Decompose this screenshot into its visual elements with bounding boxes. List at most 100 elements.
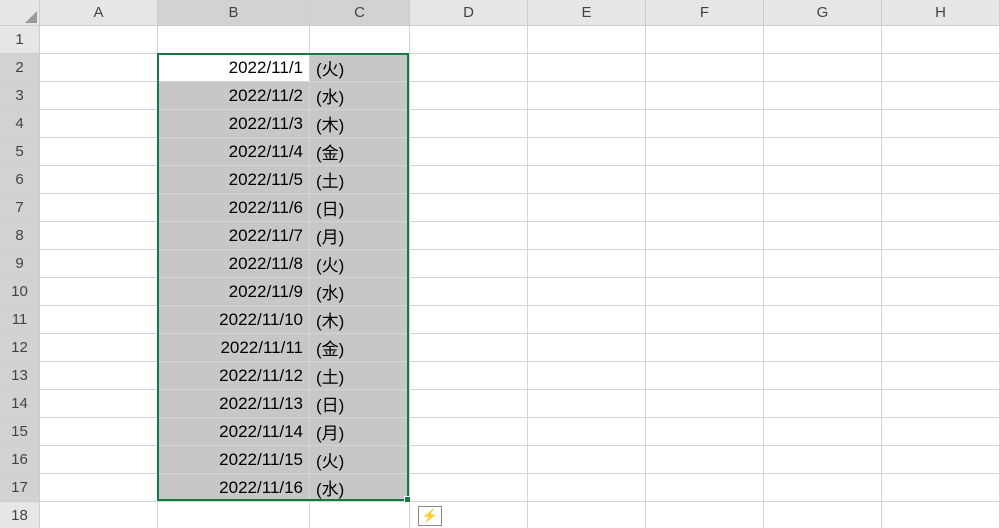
row-header-6[interactable]: 6 bbox=[0, 166, 40, 194]
cell-H1[interactable] bbox=[882, 26, 1000, 54]
row-header-10[interactable]: 10 bbox=[0, 278, 40, 306]
cell-C17[interactable]: (水) bbox=[310, 474, 410, 502]
cell-H18[interactable] bbox=[882, 502, 1000, 528]
cell-C2[interactable]: (火) bbox=[310, 54, 410, 82]
cell-C13[interactable]: (土) bbox=[310, 362, 410, 390]
cell-H8[interactable] bbox=[882, 222, 1000, 250]
cell-F7[interactable] bbox=[646, 194, 764, 222]
cell-F10[interactable] bbox=[646, 278, 764, 306]
cell-D2[interactable] bbox=[410, 54, 528, 82]
cell-A17[interactable] bbox=[40, 474, 158, 502]
cell-F2[interactable] bbox=[646, 54, 764, 82]
cell-E17[interactable] bbox=[528, 474, 646, 502]
cell-H17[interactable] bbox=[882, 474, 1000, 502]
cell-C4[interactable]: (木) bbox=[310, 110, 410, 138]
autofill-options-button[interactable]: ⚡ bbox=[418, 506, 442, 526]
cell-F1[interactable] bbox=[646, 26, 764, 54]
cell-C11[interactable]: (木) bbox=[310, 306, 410, 334]
cell-F14[interactable] bbox=[646, 390, 764, 418]
row-header-11[interactable]: 11 bbox=[0, 306, 40, 334]
cell-G6[interactable] bbox=[764, 166, 882, 194]
cell-E1[interactable] bbox=[528, 26, 646, 54]
cell-A10[interactable] bbox=[40, 278, 158, 306]
cell-B16[interactable]: 2022/11/15 bbox=[158, 446, 310, 474]
cell-E2[interactable] bbox=[528, 54, 646, 82]
cell-A14[interactable] bbox=[40, 390, 158, 418]
cell-H14[interactable] bbox=[882, 390, 1000, 418]
cell-E18[interactable] bbox=[528, 502, 646, 528]
cell-A8[interactable] bbox=[40, 222, 158, 250]
cell-B8[interactable]: 2022/11/7 bbox=[158, 222, 310, 250]
cell-F11[interactable] bbox=[646, 306, 764, 334]
cell-B2[interactable]: 2022/11/1 bbox=[158, 54, 310, 82]
cell-G14[interactable] bbox=[764, 390, 882, 418]
cell-E14[interactable] bbox=[528, 390, 646, 418]
cell-H12[interactable] bbox=[882, 334, 1000, 362]
cell-B18[interactable] bbox=[158, 502, 310, 528]
cell-D13[interactable] bbox=[410, 362, 528, 390]
cell-G12[interactable] bbox=[764, 334, 882, 362]
cell-D5[interactable] bbox=[410, 138, 528, 166]
cell-E16[interactable] bbox=[528, 446, 646, 474]
cell-A2[interactable] bbox=[40, 54, 158, 82]
column-header-F[interactable]: F bbox=[646, 0, 764, 26]
cell-G1[interactable] bbox=[764, 26, 882, 54]
row-header-17[interactable]: 17 bbox=[0, 474, 40, 502]
row-header-7[interactable]: 7 bbox=[0, 194, 40, 222]
cell-A1[interactable] bbox=[40, 26, 158, 54]
cell-C6[interactable]: (土) bbox=[310, 166, 410, 194]
cell-D11[interactable] bbox=[410, 306, 528, 334]
cell-C18[interactable] bbox=[310, 502, 410, 528]
cell-E12[interactable] bbox=[528, 334, 646, 362]
cell-G7[interactable] bbox=[764, 194, 882, 222]
cell-H4[interactable] bbox=[882, 110, 1000, 138]
row-header-5[interactable]: 5 bbox=[0, 138, 40, 166]
cell-D3[interactable] bbox=[410, 82, 528, 110]
cell-A16[interactable] bbox=[40, 446, 158, 474]
cell-D14[interactable] bbox=[410, 390, 528, 418]
row-header-14[interactable]: 14 bbox=[0, 390, 40, 418]
cell-D8[interactable] bbox=[410, 222, 528, 250]
cell-A15[interactable] bbox=[40, 418, 158, 446]
cell-G18[interactable] bbox=[764, 502, 882, 528]
row-header-18[interactable]: 18 bbox=[0, 502, 40, 528]
row-header-3[interactable]: 3 bbox=[0, 82, 40, 110]
cell-A9[interactable] bbox=[40, 250, 158, 278]
cell-H2[interactable] bbox=[882, 54, 1000, 82]
cell-D17[interactable] bbox=[410, 474, 528, 502]
cell-G5[interactable] bbox=[764, 138, 882, 166]
cell-H15[interactable] bbox=[882, 418, 1000, 446]
row-header-8[interactable]: 8 bbox=[0, 222, 40, 250]
cell-E6[interactable] bbox=[528, 166, 646, 194]
cell-B14[interactable]: 2022/11/13 bbox=[158, 390, 310, 418]
cell-B12[interactable]: 2022/11/11 bbox=[158, 334, 310, 362]
row-header-16[interactable]: 16 bbox=[0, 446, 40, 474]
cell-G2[interactable] bbox=[764, 54, 882, 82]
cell-C15[interactable]: (月) bbox=[310, 418, 410, 446]
cell-B6[interactable]: 2022/11/5 bbox=[158, 166, 310, 194]
cell-C8[interactable]: (月) bbox=[310, 222, 410, 250]
row-header-1[interactable]: 1 bbox=[0, 26, 40, 54]
row-header-13[interactable]: 13 bbox=[0, 362, 40, 390]
cell-A4[interactable] bbox=[40, 110, 158, 138]
column-header-B[interactable]: B bbox=[158, 0, 310, 26]
cell-A18[interactable] bbox=[40, 502, 158, 528]
cell-G11[interactable] bbox=[764, 306, 882, 334]
cell-C5[interactable]: (金) bbox=[310, 138, 410, 166]
cell-B17[interactable]: 2022/11/16 bbox=[158, 474, 310, 502]
cell-A6[interactable] bbox=[40, 166, 158, 194]
cell-D15[interactable] bbox=[410, 418, 528, 446]
cell-F4[interactable] bbox=[646, 110, 764, 138]
cell-B5[interactable]: 2022/11/4 bbox=[158, 138, 310, 166]
cell-H13[interactable] bbox=[882, 362, 1000, 390]
cell-E3[interactable] bbox=[528, 82, 646, 110]
cell-G15[interactable] bbox=[764, 418, 882, 446]
cell-D9[interactable] bbox=[410, 250, 528, 278]
cell-F13[interactable] bbox=[646, 362, 764, 390]
cell-B11[interactable]: 2022/11/10 bbox=[158, 306, 310, 334]
cell-F9[interactable] bbox=[646, 250, 764, 278]
row-header-4[interactable]: 4 bbox=[0, 110, 40, 138]
cell-H11[interactable] bbox=[882, 306, 1000, 334]
cell-E10[interactable] bbox=[528, 278, 646, 306]
cell-E5[interactable] bbox=[528, 138, 646, 166]
